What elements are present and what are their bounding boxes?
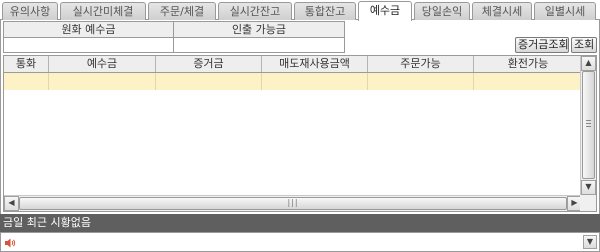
deposit-value (4, 38, 173, 52)
query-button[interactable]: 조회 (571, 37, 597, 53)
column-header-currency[interactable]: 통화 (4, 56, 49, 72)
cell-orderable (368, 73, 474, 90)
message-bar[interactable]: ▼ (0, 232, 600, 252)
deposit-grid: 통화 예수금 증거금 매도재사용금액 주문가능 환전가능 ▲ ▼ ◀ ||| ▶ (3, 55, 597, 212)
tab-daily-quotes[interactable]: 일별시세 (534, 2, 596, 20)
tab-integrated-balance[interactable]: 통합잔고 (294, 2, 356, 20)
column-header-sell-reuse[interactable]: 매도재사용금액 (262, 56, 368, 72)
cell-currency (4, 73, 49, 90)
vertical-scrollbar[interactable]: ▲ ▼ (580, 56, 596, 195)
speaker-icon[interactable] (4, 237, 16, 249)
status-message: 금일 최근 시황없음 (3, 216, 91, 229)
column-header-margin[interactable]: 증거금 (156, 56, 262, 72)
tab-realtime-balance[interactable]: 실시간잔고 (218, 2, 292, 20)
cell-deposit (49, 73, 156, 90)
deposit-label: 원화 예수금 (4, 22, 173, 38)
column-header-exchangeable[interactable]: 환전가능 (474, 56, 582, 72)
scroll-left-icon[interactable]: ◀ (4, 196, 19, 211)
cell-exchangeable (474, 73, 582, 90)
tab-trade-quotes[interactable]: 체결시세 (472, 2, 532, 20)
market-status-bar: 금일 최근 시황없음 (0, 214, 600, 232)
column-header-deposit[interactable]: 예수금 (49, 56, 156, 72)
withdrawable-label: 인출 가능금 (174, 22, 344, 38)
horizontal-scroll-thumb[interactable]: ||| (19, 197, 567, 210)
grip-icon (586, 120, 591, 127)
column-header-orderable[interactable]: 주문가능 (368, 56, 474, 72)
withdrawable-value (174, 38, 344, 52)
deposit-cell: 원화 예수금 (4, 22, 174, 52)
withdrawable-cell: 인출 가능금 (174, 22, 344, 52)
tab-realtime-unfilled[interactable]: 실시간미체결 (60, 2, 146, 20)
tab-bar: 유의사항 실시간미체결 주문/체결 실시간잔고 통합잔고 예수금 당일손익 체결… (0, 0, 600, 21)
cell-sell-reuse (262, 73, 368, 90)
grid-header: 통화 예수금 증거금 매도재사용금액 주문가능 환전가능 (4, 56, 582, 73)
scroll-down-icon[interactable]: ▼ (581, 180, 596, 195)
deposit-summary: 원화 예수금 인출 가능금 (3, 21, 345, 53)
chevron-down-icon[interactable]: ▼ (583, 235, 597, 249)
cell-margin (156, 73, 262, 90)
deposit-panel: 원화 예수금 인출 가능금 증거금조회 조회 통화 예수금 증거금 매도재사용금… (0, 20, 600, 214)
vertical-scroll-thumb[interactable] (582, 71, 595, 179)
margin-query-button[interactable]: 증거금조회 (515, 37, 569, 53)
tab-deposit[interactable]: 예수금 (358, 1, 412, 21)
tab-orders-fills[interactable]: 주문/체결 (148, 2, 216, 20)
table-row[interactable] (4, 73, 582, 90)
tab-notice[interactable]: 유의사항 (2, 2, 58, 20)
horizontal-scrollbar[interactable]: ◀ ||| ▶ (4, 195, 582, 211)
scrollbar-corner (580, 195, 596, 211)
scroll-up-icon[interactable]: ▲ (581, 56, 596, 71)
tab-daily-pnl[interactable]: 당일손익 (414, 2, 470, 20)
